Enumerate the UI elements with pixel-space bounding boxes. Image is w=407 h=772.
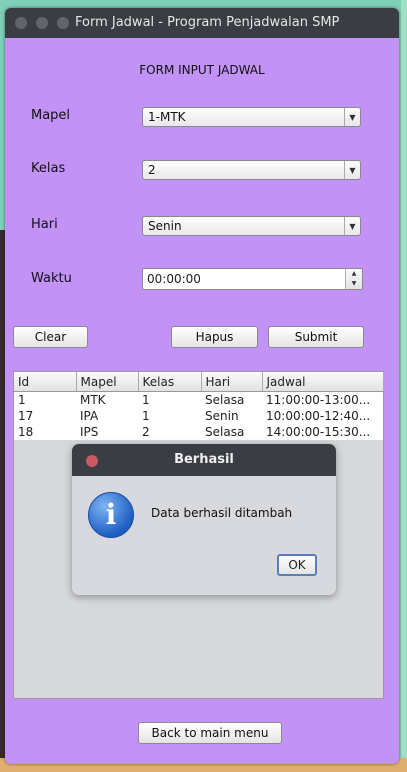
info-icon: i: [88, 492, 134, 538]
chevron-down-icon[interactable]: ▼: [344, 161, 360, 179]
column-header-kelas[interactable]: Kelas: [138, 372, 202, 392]
table-cell: 1: [138, 408, 201, 424]
maximize-window-button[interactable]: [57, 17, 69, 29]
form-jadwal-window: Form Jadwal - Program Penjadwalan SMP FO…: [5, 8, 399, 764]
table-cell: Senin: [201, 408, 262, 424]
column-header-hari[interactable]: Hari: [201, 372, 263, 392]
dialog-title: Berhasil: [174, 452, 234, 467]
table-cell: Selasa: [201, 391, 262, 408]
submit-button[interactable]: Submit: [268, 326, 364, 348]
table-cell: Selasa: [201, 424, 262, 440]
title-bar[interactable]: Form Jadwal - Program Penjadwalan SMP: [5, 8, 399, 38]
mapel-label: Mapel: [31, 108, 71, 123]
ok-button[interactable]: OK: [277, 554, 317, 576]
clear-button[interactable]: Clear: [13, 326, 88, 348]
table-cell: 14:00:00-15:30...: [262, 424, 383, 440]
form-heading: FORM INPUT JADWAL: [139, 63, 265, 77]
table-cell: IPA: [76, 408, 138, 424]
hari-select-value: Senin: [148, 219, 182, 233]
success-dialog: Berhasil i Data berhasil ditambah OK: [72, 444, 336, 595]
dialog-title-bar[interactable]: Berhasil: [72, 444, 336, 476]
table-cell: 2: [138, 424, 201, 440]
back-to-main-menu-button[interactable]: Back to main menu: [138, 722, 282, 744]
window-title: Form Jadwal - Program Penjadwalan SMP: [75, 15, 340, 30]
close-window-button[interactable]: [15, 17, 27, 29]
table-cell: 1: [14, 391, 76, 408]
table-cell: 10:00:00-12:40...: [262, 408, 383, 424]
kelas-label: Kelas: [31, 161, 66, 176]
dialog-message: Data berhasil ditambah: [151, 506, 293, 520]
minimize-window-button[interactable]: [36, 17, 48, 29]
mapel-select[interactable]: 1-MTK ▼: [142, 107, 361, 127]
waktu-label: Waktu: [31, 271, 72, 286]
hari-label: Hari: [31, 217, 58, 232]
table-header-row: Id Mapel Kelas Hari Jadwal: [14, 372, 384, 392]
table-cell: MTK: [76, 391, 138, 408]
spinner-down-icon[interactable]: ▼: [346, 279, 362, 289]
waktu-spinner[interactable]: 00:00:00 ▲ ▼: [142, 268, 363, 290]
hari-select[interactable]: Senin ▼: [142, 216, 361, 236]
table-cell: 1: [138, 391, 201, 408]
table-cell: 17: [14, 408, 76, 424]
chevron-down-icon[interactable]: ▼: [344, 217, 360, 235]
column-header-id[interactable]: Id: [14, 372, 77, 392]
kelas-select[interactable]: 2 ▼: [142, 160, 361, 180]
table-cell: IPS: [76, 424, 138, 440]
column-header-jadwal[interactable]: Jadwal: [262, 372, 384, 392]
kelas-select-value: 2: [148, 163, 156, 177]
table-cell: 11:00:00-13:00...: [262, 391, 383, 408]
hapus-button[interactable]: Hapus: [171, 326, 258, 348]
mapel-select-value: 1-MTK: [148, 110, 186, 124]
dialog-close-button[interactable]: [86, 455, 98, 467]
desktop-background-edge: [401, 0, 407, 772]
column-header-mapel[interactable]: Mapel: [76, 372, 139, 392]
table-cell: 18: [14, 424, 76, 440]
chevron-down-icon[interactable]: ▼: [344, 108, 360, 126]
waktu-input[interactable]: 00:00:00: [147, 272, 201, 286]
table-row[interactable]: 18 IPS 2 Selasa 14:00:00-15:30...: [14, 424, 383, 440]
spinner-up-icon[interactable]: ▲: [346, 269, 362, 279]
table-row[interactable]: 17 IPA 1 Senin 10:00:00-12:40...: [14, 408, 383, 424]
table-row[interactable]: 1 MTK 1 Selasa 11:00:00-13:00...: [14, 391, 383, 408]
